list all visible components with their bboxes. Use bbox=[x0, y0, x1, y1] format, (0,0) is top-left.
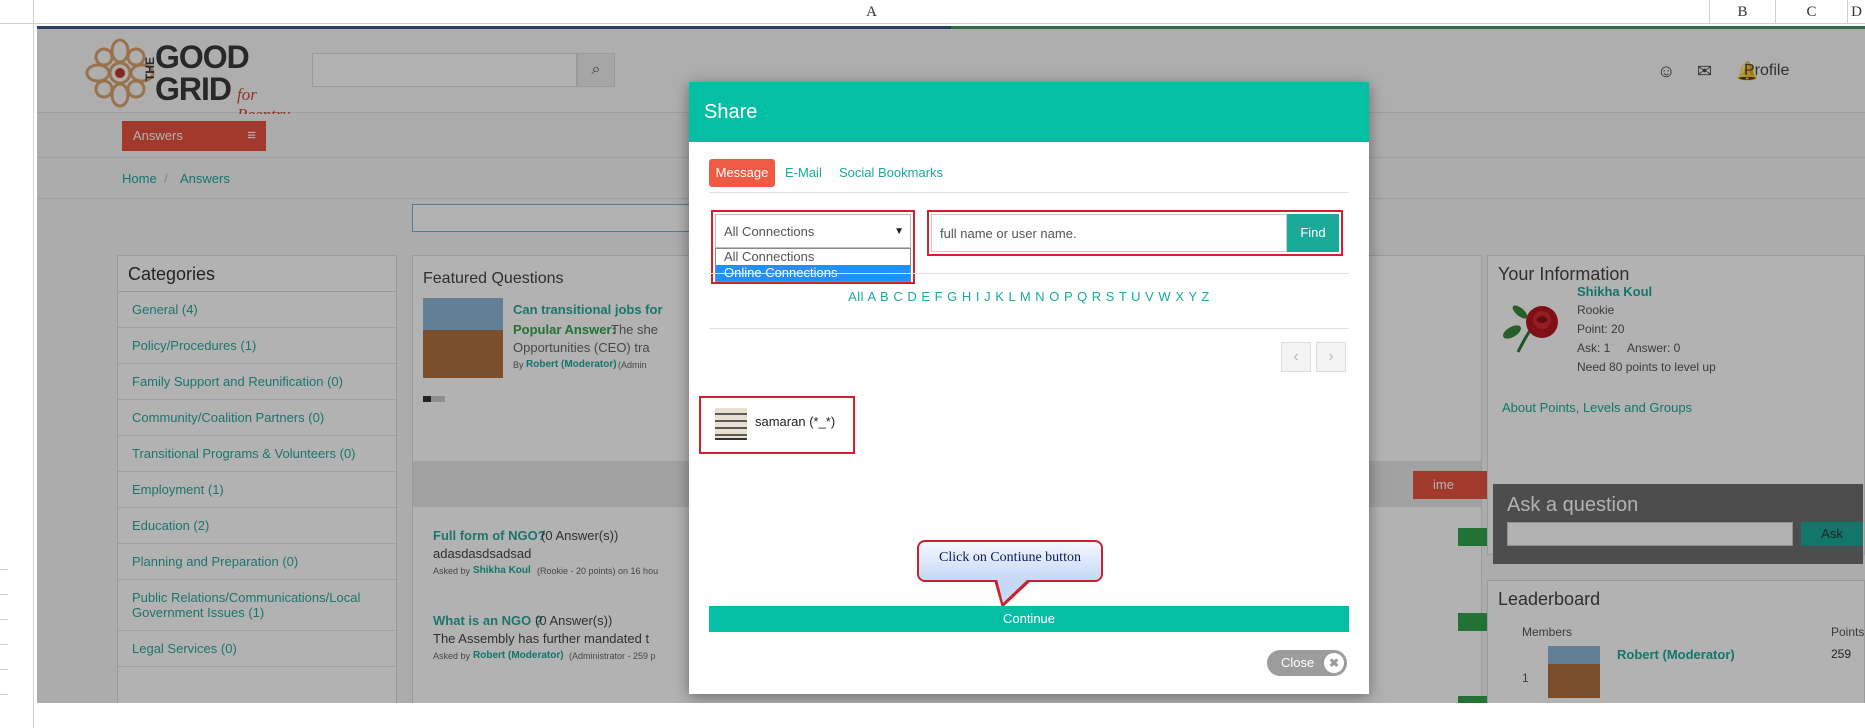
user-avatar bbox=[715, 408, 747, 440]
column-label: A bbox=[866, 4, 877, 20]
column-label: B bbox=[1737, 4, 1748, 20]
tab-social-bookmarks[interactable]: Social Bookmarks bbox=[839, 159, 943, 187]
close-button[interactable]: Close ✖ bbox=[1267, 650, 1347, 676]
column-header-c[interactable]: C bbox=[1776, 0, 1848, 24]
row-divider bbox=[0, 569, 8, 570]
sheet-corner bbox=[0, 0, 34, 24]
callout-tail-fill bbox=[997, 579, 1028, 603]
share-dialog: Share Message E-Mail Social Bookmarks Al… bbox=[689, 82, 1369, 694]
divider bbox=[709, 273, 1349, 274]
continue-button[interactable]: Continue bbox=[709, 606, 1349, 632]
row-divider bbox=[0, 694, 8, 695]
embedded-website-screenshot: THE GOOD GRID for Reentry ⌕ ☺ ✉ 🔔 Profil… bbox=[37, 26, 1865, 703]
connection-user-highlight[interactable]: samaran (*_*) bbox=[699, 396, 855, 454]
row-divider bbox=[0, 619, 8, 620]
column-header-b[interactable]: B bbox=[1710, 0, 1776, 24]
tab-message[interactable]: Message bbox=[709, 159, 775, 187]
row-divider bbox=[0, 669, 8, 670]
share-dialog-title: Share bbox=[689, 82, 1369, 142]
divider bbox=[709, 328, 1349, 329]
next-page-button[interactable]: › bbox=[1316, 342, 1346, 372]
connections-select-value: All Connections bbox=[724, 224, 815, 239]
row-header-strip bbox=[0, 24, 34, 728]
connections-select[interactable]: All Connections ▼ bbox=[715, 214, 911, 248]
connections-options-list: All Connections Online Connections bbox=[715, 248, 911, 282]
close-button-label: Close bbox=[1281, 655, 1315, 670]
close-icon: ✖ bbox=[1324, 653, 1344, 673]
find-button[interactable]: Find bbox=[1287, 214, 1339, 252]
column-header-d[interactable]: D bbox=[1848, 0, 1865, 24]
connection-user-name: samaran (*_*) bbox=[755, 414, 836, 429]
dropdown-arrow-icon: ▼ bbox=[894, 226, 904, 237]
prev-page-button[interactable]: ‹ bbox=[1281, 342, 1311, 372]
row-divider bbox=[0, 644, 8, 645]
column-header-a[interactable]: A bbox=[34, 0, 1710, 24]
alphabet-filter[interactable]: All A B C D E F G H I J K L M N O P Q R … bbox=[689, 289, 1369, 304]
tab-email[interactable]: E-Mail bbox=[785, 159, 822, 187]
option-all-connections[interactable]: All Connections bbox=[716, 249, 910, 265]
column-label: C bbox=[1806, 4, 1817, 20]
spreadsheet-frame: A B C D THE GOOD GRID for ⌕ ☺ ✉ 🔔 Profil… bbox=[0, 0, 1865, 728]
row-divider bbox=[0, 594, 8, 595]
column-label: D bbox=[1851, 4, 1862, 20]
callout-text: Click on Contiune button bbox=[939, 550, 1081, 565]
divider bbox=[709, 192, 1349, 193]
find-highlight: full name or user name. Find bbox=[927, 210, 1343, 256]
user-search-input[interactable]: full name or user name. bbox=[931, 214, 1287, 252]
